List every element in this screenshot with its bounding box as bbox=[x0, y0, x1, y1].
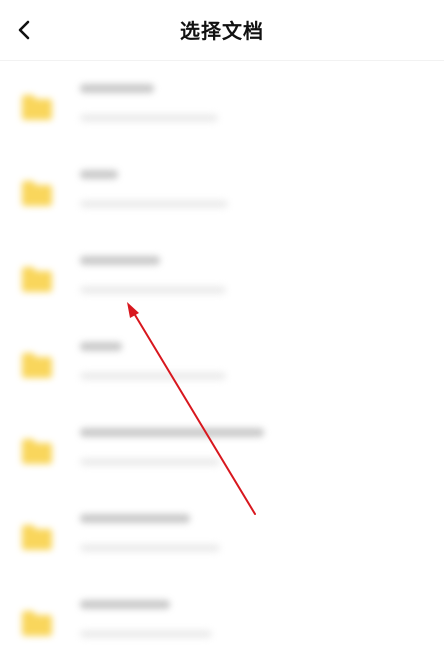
folder-icon bbox=[22, 353, 52, 378]
item-name-placeholder bbox=[80, 342, 122, 351]
list-item[interactable] bbox=[0, 320, 444, 406]
folder-icon bbox=[22, 95, 52, 120]
folder-icon bbox=[22, 611, 52, 636]
item-name-placeholder bbox=[80, 170, 118, 179]
list-item[interactable] bbox=[0, 578, 444, 664]
item-meta-placeholder bbox=[80, 114, 218, 122]
folder-icon bbox=[22, 181, 52, 206]
page-title: 选择文档 bbox=[180, 19, 264, 43]
item-meta-placeholder bbox=[80, 200, 228, 208]
item-meta-placeholder bbox=[80, 372, 226, 380]
list-item[interactable] bbox=[0, 406, 444, 492]
nav-bar: 选择文档 bbox=[0, 0, 444, 61]
item-name-placeholder bbox=[80, 256, 160, 265]
item-name-placeholder bbox=[80, 84, 154, 93]
document-list bbox=[0, 62, 444, 653]
item-name-placeholder bbox=[80, 428, 264, 437]
list-item[interactable] bbox=[0, 492, 444, 578]
folder-icon bbox=[22, 525, 52, 550]
item-meta-placeholder bbox=[80, 458, 220, 466]
folder-icon bbox=[22, 439, 52, 464]
list-item[interactable] bbox=[0, 234, 444, 320]
item-name-placeholder bbox=[80, 600, 170, 609]
list-item[interactable] bbox=[0, 62, 444, 148]
item-meta-placeholder bbox=[80, 544, 220, 552]
folder-icon bbox=[22, 267, 52, 292]
item-meta-placeholder bbox=[80, 630, 212, 638]
item-name-placeholder bbox=[80, 514, 190, 523]
item-meta-placeholder bbox=[80, 286, 226, 294]
list-item[interactable] bbox=[0, 148, 444, 234]
